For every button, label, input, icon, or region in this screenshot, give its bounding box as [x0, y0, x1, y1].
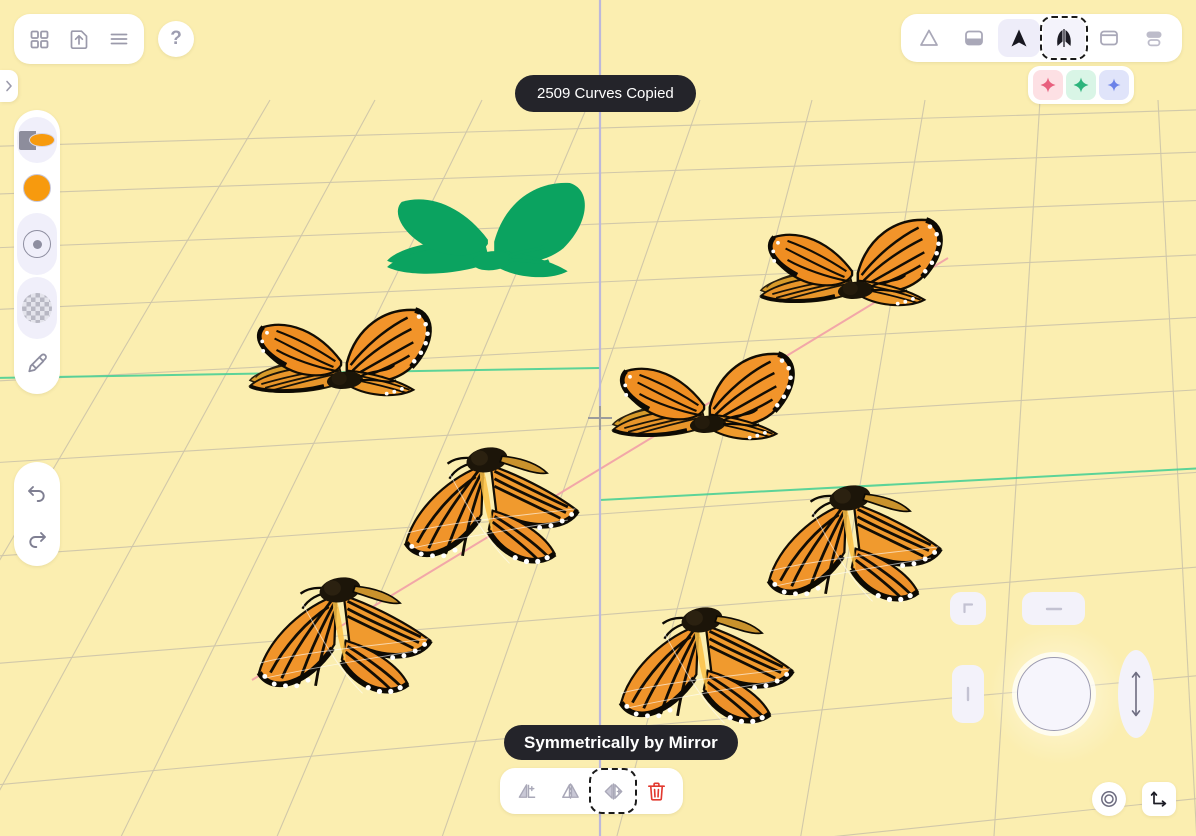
- brush-chip-icon: [19, 130, 55, 150]
- left-tool-rail: [14, 110, 60, 394]
- duplicate-triangle-icon: [518, 783, 535, 798]
- cursor-select-button[interactable]: [998, 19, 1040, 57]
- redo-arrow-icon: [29, 532, 46, 548]
- triangle-outline-icon: [920, 29, 938, 46]
- nav-axis-gizmo-button[interactable]: [1142, 782, 1176, 816]
- toast-curves-copied: 2509 Curves Copied: [515, 75, 696, 112]
- app-root: ? 2509 Curves Copied Symmetrically by Mi…: [0, 0, 1196, 836]
- color-swatch-button[interactable]: [17, 165, 57, 211]
- nav-dash-button[interactable]: [1022, 592, 1085, 625]
- mirror-bowtie-icon: [604, 782, 622, 800]
- vertical-bar-icon: [966, 686, 970, 702]
- delete-button[interactable]: [637, 773, 675, 809]
- gallery-grid-button[interactable]: [20, 20, 58, 58]
- nav-pan-button[interactable]: [1118, 650, 1154, 738]
- trash-icon: [647, 782, 665, 801]
- butterfly-center-bottom[interactable]: [621, 604, 792, 724]
- four-point-star-icon: [1073, 77, 1089, 93]
- menu-button[interactable]: [100, 20, 138, 58]
- scene-objects[interactable]: [0, 0, 1196, 836]
- eyedropper-icon: [28, 353, 47, 373]
- layers-button[interactable]: [1133, 19, 1175, 57]
- symmetry-blue-button[interactable]: [1099, 70, 1129, 100]
- mirror-icon: [1057, 29, 1071, 47]
- undo-arrow-icon: [28, 486, 45, 502]
- triangle-filled-icon: [1011, 29, 1027, 47]
- symmetry-mode-bar: [1028, 66, 1134, 104]
- hamburger-icon: [110, 33, 128, 45]
- brush-preview-button[interactable]: [17, 117, 57, 163]
- symmetry-green-button[interactable]: [1066, 70, 1096, 100]
- butterfly-left-upper[interactable]: [250, 310, 430, 396]
- grid-icon: [30, 30, 48, 48]
- four-point-star-icon: [1040, 77, 1056, 93]
- top-left-button-group: [14, 14, 144, 64]
- size-dot-icon: [23, 230, 51, 258]
- sidebar-expand-tab[interactable]: [0, 70, 18, 102]
- help-label: ?: [170, 28, 182, 49]
- upload-icon: [70, 30, 88, 50]
- checker-circle-icon: [22, 293, 52, 323]
- butterfly-right-mid[interactable]: [613, 354, 793, 440]
- shape-triangle-outline-button[interactable]: [908, 19, 950, 57]
- butterfly-left-bottom[interactable]: [259, 574, 430, 694]
- undo-button[interactable]: [17, 468, 57, 514]
- butterfly-right-upper[interactable]: [761, 220, 941, 306]
- layers-icon: [1146, 31, 1162, 47]
- butterfly-center-top[interactable]: [406, 444, 577, 564]
- duplicate-button[interactable]: [508, 773, 546, 809]
- frame-button[interactable]: [1088, 19, 1130, 57]
- mirror-symmetry-button[interactable]: [1040, 16, 1088, 60]
- corner-icon: [962, 603, 973, 614]
- redo-button[interactable]: [17, 514, 57, 560]
- top-left-toolbar: ?: [14, 14, 194, 64]
- butterfly-silhouette[interactable]: [385, 181, 587, 279]
- mirror-duplicate-button[interactable]: [589, 768, 637, 814]
- history-rail: [14, 462, 60, 566]
- brush-size-button[interactable]: [17, 213, 57, 275]
- top-right-toolbar: [901, 14, 1182, 62]
- flip-triangle-icon: [561, 782, 579, 800]
- toast-top-text: 2509 Curves Copied: [537, 85, 674, 102]
- toast-bottom-text: Symmetrically by Mirror: [524, 732, 718, 752]
- opacity-button[interactable]: [17, 277, 57, 339]
- target-circle-icon: [1101, 791, 1117, 807]
- frame-square-icon: [1100, 30, 1118, 46]
- nav-vertical-bar-button[interactable]: [952, 665, 984, 723]
- shape-half-fill-button[interactable]: [953, 19, 995, 57]
- eyedropper-button[interactable]: [17, 341, 57, 387]
- color-circle-icon: [23, 174, 51, 202]
- nav-corner-button[interactable]: [950, 592, 986, 625]
- orbit-pad[interactable]: [1017, 657, 1091, 731]
- symmetry-pink-button[interactable]: [1033, 70, 1063, 100]
- diamond-star-icon: [1107, 78, 1121, 92]
- tooltip-symmetrically-by-mirror: Symmetrically by Mirror: [504, 725, 738, 760]
- nav-recenter-button[interactable]: [1092, 782, 1126, 816]
- bottom-action-bar: [500, 768, 683, 814]
- chevron-right-icon: [6, 80, 12, 92]
- half-fill-square-icon: [965, 30, 983, 46]
- up-down-arrow-icon: [1131, 671, 1141, 717]
- viewport-3d-canvas[interactable]: [0, 0, 1196, 836]
- dash-icon: [1045, 607, 1062, 610]
- axis-arrow-icon: [1150, 791, 1167, 807]
- help-button[interactable]: ?: [158, 21, 194, 57]
- export-button[interactable]: [60, 20, 98, 58]
- flip-button[interactable]: [551, 773, 589, 809]
- butterfly-right-top[interactable]: [769, 482, 940, 602]
